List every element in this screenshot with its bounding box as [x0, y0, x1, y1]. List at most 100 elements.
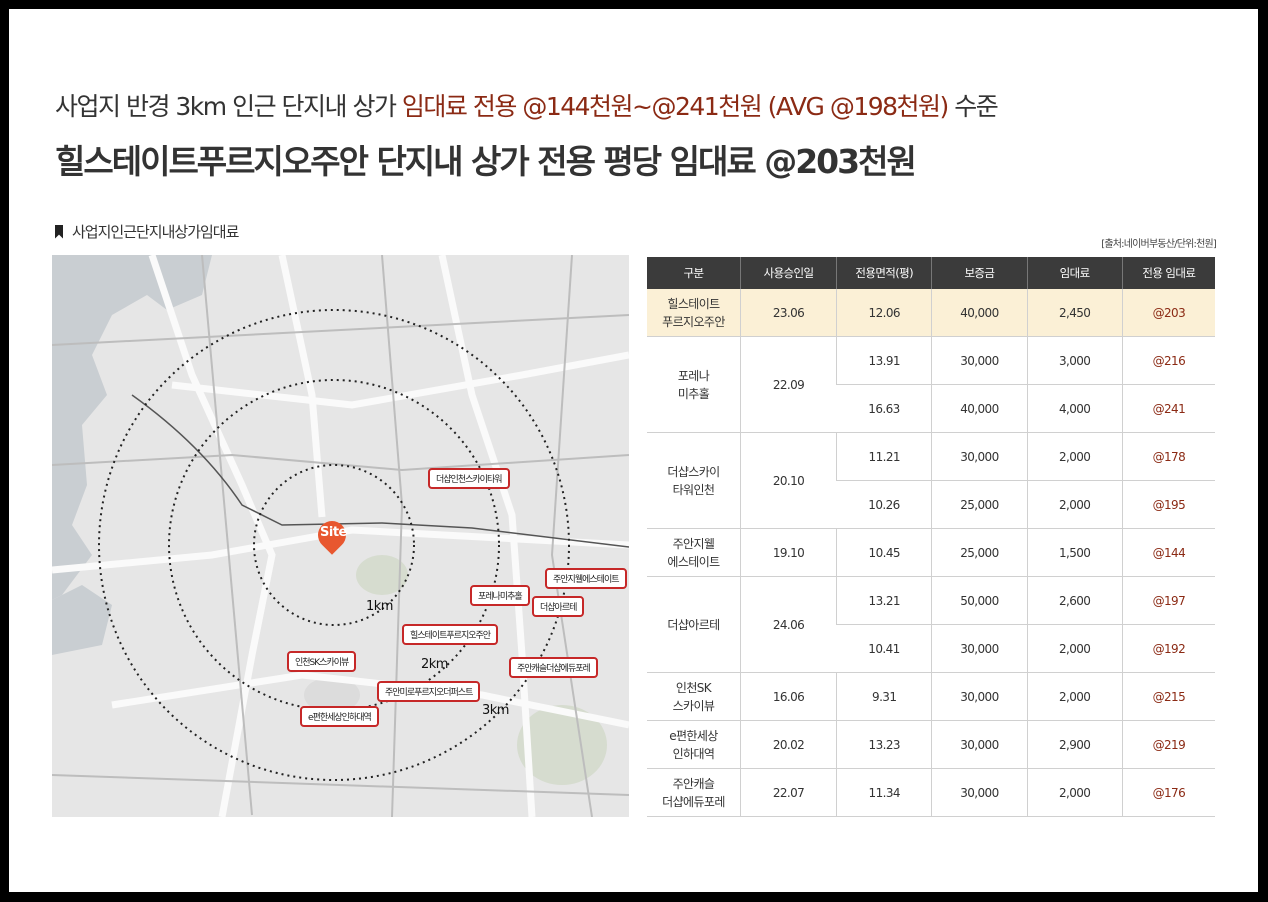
area-cell: 13.23 [836, 720, 932, 769]
unit-rent-cell: @241 [1121, 384, 1215, 433]
rent-cell: 2,000 [1026, 480, 1123, 529]
area-cell: 11.34 [836, 768, 932, 817]
unit-rent-cell: @219 [1121, 720, 1215, 769]
headline-suffix: 수준 [947, 92, 999, 121]
site-label: Site [320, 525, 347, 540]
table-row: 포레나 미추홀 22.09 13.91 30,000 3,000 @216 [647, 336, 1215, 433]
approval-date: 22.07 [739, 768, 837, 817]
unit-rent-cell: @197 [1121, 576, 1215, 625]
unit-rent-cell: @144 [1121, 528, 1215, 577]
table-row: 인천SK 스카이뷰 16.06 9.31 30,000 2,000 @215 [647, 672, 1215, 721]
source-note: [출처:네이버부동산/단위:천원] [1101, 239, 1217, 250]
unit-rent-cell: @176 [1121, 768, 1215, 817]
unit-rent-cell: @215 [1121, 672, 1215, 721]
table-row: 주안지웰 에스테이트 19.10 10.45 25,000 1,500 @144 [647, 528, 1215, 577]
callout-forena: 포레나미추홀 [470, 585, 530, 606]
complex-name: 힐스테이트 푸르지오주안 [647, 289, 741, 337]
callout-epyeonhan: e편한세상인하대역 [300, 706, 379, 727]
unit-rent-cell: @216 [1121, 336, 1215, 385]
area-cell: 10.45 [836, 528, 932, 577]
table-header-row: 구분 사용승인일 전용면적(평) 보증금 임대료 전용 임대료 [647, 257, 1215, 289]
col-header: 사용승인일 [739, 257, 837, 289]
col-header: 전용면적(평) [836, 257, 932, 289]
deposit-cell: 30,000 [931, 432, 1028, 481]
approval-date: 16.06 [739, 672, 837, 721]
headline-prefix: 사업지 반경 3km 인근 단지내 상가 [55, 92, 402, 121]
table-row: 더샵아르테 24.06 13.21 50,000 2,600 @197 [647, 576, 1215, 673]
table-row: 주안캐슬 더샵에듀포레 22.07 11.34 30,000 2,000 @176 [647, 768, 1215, 817]
approval-date: 19.10 [739, 528, 837, 577]
approval-date: 23.06 [739, 289, 837, 337]
rent-cell: 2,900 [1026, 720, 1123, 769]
deposit-cell: 50,000 [931, 576, 1028, 625]
unit-rent-cell: @178 [1121, 432, 1215, 481]
callout-incheon-sk: 인천SK스카이뷰 [287, 651, 357, 672]
callout-juan-jiwell: 주안지웰에스테이트 [545, 568, 627, 589]
rent-cell: 2,000 [1026, 624, 1123, 673]
deposit-cell: 25,000 [931, 528, 1028, 577]
col-header: 구분 [647, 257, 741, 289]
approval-date: 20.02 [739, 720, 837, 769]
area-cell: 9.31 [836, 672, 932, 721]
deposit-cell: 30,000 [931, 720, 1028, 769]
slide: 사업지 반경 3km 인근 단지내 상가 임대료 전용 @144천원~@241천… [9, 9, 1258, 892]
deposit-cell: 30,000 [931, 336, 1028, 385]
unit-rent-cell: @203 [1121, 289, 1215, 337]
rent-cell: 1,500 [1026, 528, 1123, 577]
unit-rent-cell: @192 [1121, 624, 1215, 673]
sea-area [52, 255, 212, 600]
rent-cell: 2,600 [1026, 576, 1123, 625]
complex-name: 더샵아르테 [647, 576, 741, 673]
complex-name: e편한세상 인하대역 [647, 720, 741, 769]
area-cell: 10.41 [836, 624, 932, 673]
area-cell: 11.21 [836, 432, 932, 481]
approval-date: 22.09 [739, 336, 837, 433]
ring-label-3km: 3km [482, 703, 509, 718]
table-row: e편한세상 인하대역 20.02 13.23 30,000 2,900 @219 [647, 720, 1215, 769]
rent-cell: 3,000 [1026, 336, 1123, 385]
complex-name: 더샵스카이 타워인천 [647, 432, 741, 529]
area-cell: 13.91 [836, 336, 932, 385]
callout-juan-castle: 주안캐슬더샵에듀포레 [509, 657, 598, 678]
sea-area-south [52, 585, 112, 655]
headline-highlight: 임대료 전용 @144천원~@241천원 (AVG @198천원) [401, 92, 949, 121]
rent-table: 구분 사용승인일 전용면적(평) 보증금 임대료 전용 임대료 힐스테이트 푸르지… [647, 257, 1215, 817]
deposit-cell: 30,000 [931, 672, 1028, 721]
complex-name: 포레나 미추홀 [647, 336, 741, 433]
deposit-cell: 30,000 [931, 624, 1028, 673]
callout-theshop-skytower: 더샵인천스카이타워 [428, 468, 510, 489]
callout-theshop-arte: 더샵아르테 [532, 596, 585, 617]
rent-cell: 4,000 [1026, 384, 1123, 433]
area-cell: 16.63 [836, 384, 932, 433]
unit-rent-cell: @195 [1121, 480, 1215, 529]
table-row: 힐스테이트 푸르지오주안 23.06 12.06 40,000 2,450 @20… [647, 289, 1215, 337]
complex-name: 인천SK 스카이뷰 [647, 672, 741, 721]
rent-cell: 2,000 [1026, 672, 1123, 721]
rent-cell: 2,000 [1026, 768, 1123, 817]
bookmark-icon [55, 224, 63, 239]
section-title-text: 사업지인근단지내상가임대료 [72, 223, 239, 241]
area-cell: 13.21 [836, 576, 932, 625]
rent-cell: 2,000 [1026, 432, 1123, 481]
callout-juan-miro: 주안미로푸르지오더퍼스트 [377, 681, 481, 702]
area-cell: 10.26 [836, 480, 932, 529]
table-row: 더샵스카이 타워인천 20.10 11.21 30,000 2,000 @178 [647, 432, 1215, 529]
area-cell: 12.06 [836, 289, 932, 337]
deposit-cell: 25,000 [931, 480, 1028, 529]
headline-line2: 힐스테이트푸르지오주안 단지내 상가 전용 평당 임대료 @203천원 [55, 142, 917, 181]
ring-label-2km: 2km [421, 657, 448, 672]
complex-name: 주안지웰 에스테이트 [647, 528, 741, 577]
approval-date: 20.10 [739, 432, 837, 529]
ring-label-1km: 1km [366, 599, 393, 614]
col-header: 임대료 [1026, 257, 1123, 289]
deposit-cell: 40,000 [931, 384, 1028, 433]
col-header: 전용 임대료 [1121, 257, 1215, 289]
approval-date: 24.06 [739, 576, 837, 673]
callout-hillstate-juan: 힐스테이트푸르지오주안 [402, 624, 499, 645]
section-title: 사업지인근단지내상가임대료 [55, 221, 239, 242]
headline-line1: 사업지 반경 3km 인근 단지내 상가 임대료 전용 @144천원~@241천… [55, 87, 999, 123]
location-map: Site 1km 2km 3km 더샵인천스카이타워 주안지웰에스테이트 포레나… [52, 255, 629, 817]
rent-cell: 2,450 [1026, 289, 1123, 337]
complex-name: 주안캐슬 더샵에듀포레 [647, 768, 741, 817]
deposit-cell: 40,000 [931, 289, 1028, 337]
